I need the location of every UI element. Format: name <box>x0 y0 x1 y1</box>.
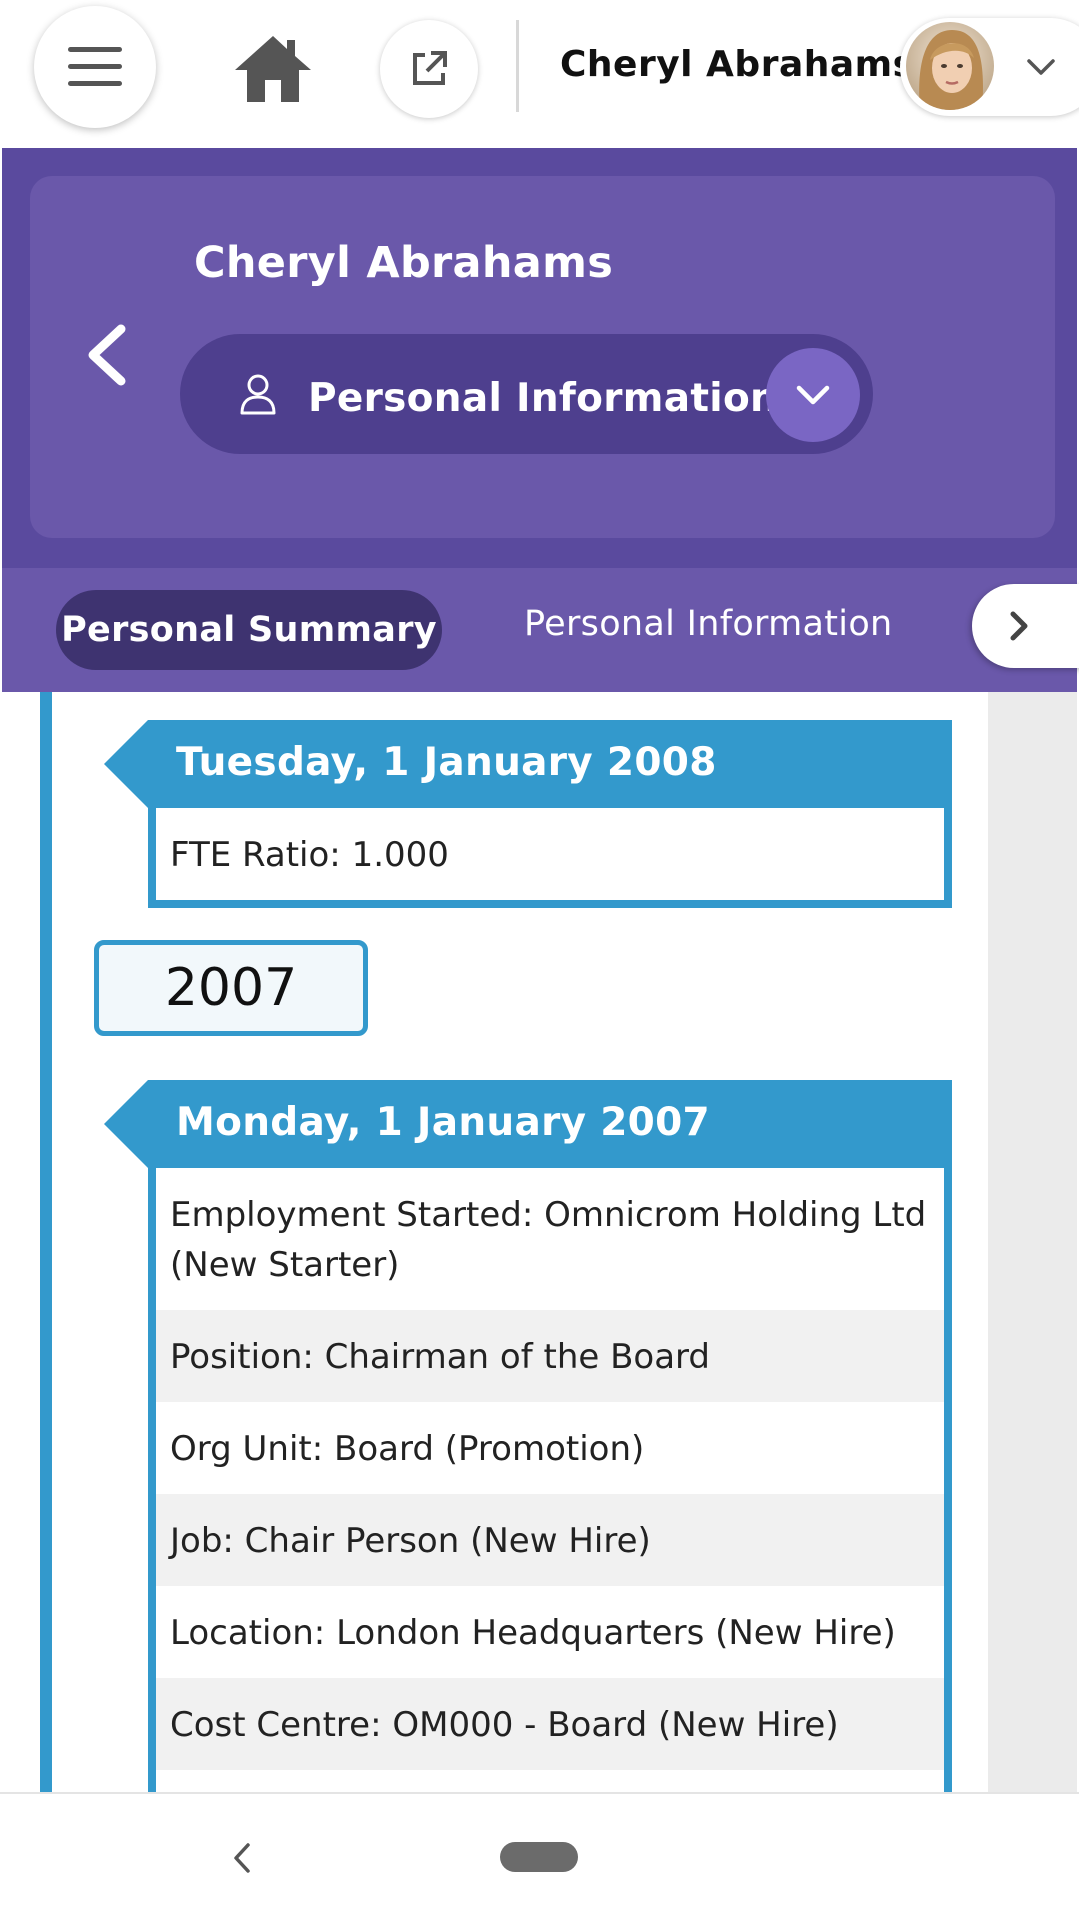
avatar[interactable] <box>906 22 994 110</box>
back-button[interactable] <box>82 320 132 390</box>
chevron-left-icon <box>88 324 126 386</box>
chevron-down-icon <box>796 385 830 405</box>
home-button[interactable] <box>230 26 316 112</box>
event-row: Org Unit: Board (Promotion) <box>170 1429 645 1469</box>
person-icon <box>236 372 280 416</box>
tab-personal-summary[interactable]: Personal Summary <box>56 590 442 670</box>
menu-button[interactable] <box>34 6 156 128</box>
tab-personal-information[interactable]: Personal Information <box>524 604 893 644</box>
event-body: FTE Ratio: 1.000 <box>148 808 952 908</box>
year-marker: 2007 <box>94 940 368 1036</box>
chevron-right-icon <box>1010 611 1028 641</box>
open-external-button[interactable] <box>380 20 478 118</box>
right-gutter <box>988 692 1077 1792</box>
event-row: FTE Ratio: 1.000 <box>170 835 449 875</box>
event-row: Employment Started: Omnicrom Holding Ltd… <box>170 1195 927 1285</box>
user-name: Cheryl Abrahams <box>560 44 915 85</box>
event-date: Monday, 1 January 2007 <box>176 1100 710 1145</box>
event-header: Tuesday, 1 January 2008 <box>104 720 952 808</box>
hamburger-menu-icon <box>68 47 122 86</box>
section-selector-label: Personal Information <box>308 376 779 421</box>
chevron-down-icon <box>1027 59 1055 75</box>
event-row: Job: Chair Person (New Hire) <box>156 1494 944 1586</box>
timeline-event-2008: Tuesday, 1 January 2008 FTE Ratio: 1.000 <box>104 720 952 908</box>
chevron-left-icon <box>234 1843 250 1873</box>
event-date: Tuesday, 1 January 2008 <box>176 740 717 785</box>
timeline-event-2007: Monday, 1 January 2007 Employment Starte… <box>104 1080 952 1870</box>
divider <box>516 20 519 112</box>
event-row: Location: London Headquarters (New Hire) <box>170 1613 896 1653</box>
section-dropdown-button[interactable] <box>766 348 860 442</box>
tab-scroll-next-button[interactable] <box>972 584 1079 668</box>
event-row: Cost Centre: OM000 - Board (New Hire) <box>156 1678 944 1770</box>
system-home-pill[interactable] <box>500 1842 578 1872</box>
page-title: Cheryl Abrahams <box>194 238 614 288</box>
system-back-button[interactable] <box>222 1836 262 1880</box>
external-link-icon <box>413 51 447 85</box>
event-body: Employment Started: Omnicrom Holding Ltd… <box>148 1168 952 1870</box>
top-bar: Cheryl Abrahams <box>0 0 1079 148</box>
timeline-line <box>40 692 52 1792</box>
event-row: Position: Chairman of the Board <box>156 1310 944 1402</box>
home-icon <box>235 36 311 102</box>
user-menu-toggle[interactable] <box>1022 48 1060 86</box>
event-header: Monday, 1 January 2007 <box>104 1080 952 1168</box>
